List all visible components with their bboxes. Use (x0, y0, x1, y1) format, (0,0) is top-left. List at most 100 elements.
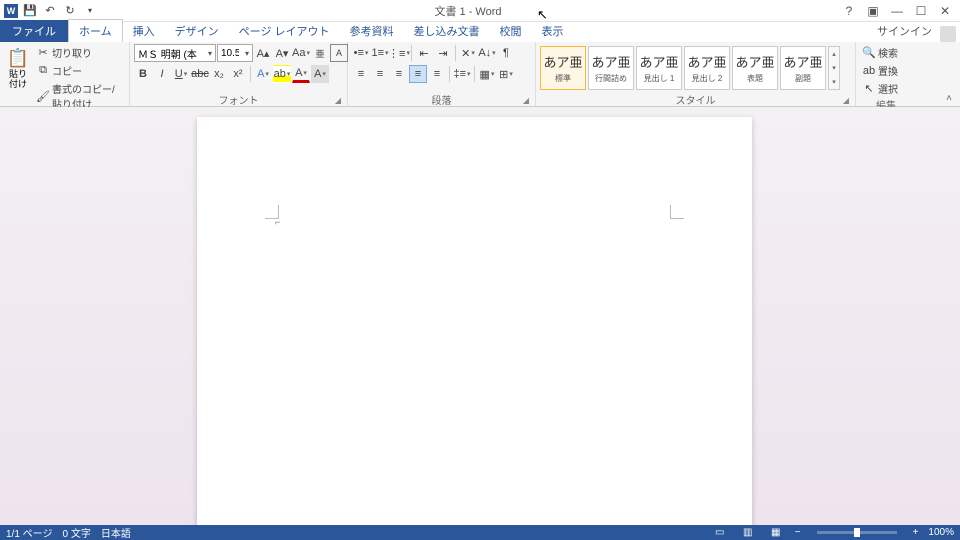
tab-view[interactable]: 表示 (532, 20, 574, 42)
sort-icon[interactable]: A↓ (478, 44, 496, 62)
styles-more-icon[interactable]: ▾ (829, 75, 839, 89)
styles-up-icon[interactable]: ▴ (829, 47, 839, 61)
group-styles-label: スタイル (676, 96, 716, 107)
tab-design[interactable]: デザイン (165, 20, 229, 42)
italic-icon[interactable]: I (153, 65, 171, 83)
word-count[interactable]: 0 文字 (62, 525, 90, 540)
shrink-font-icon[interactable]: A▾ (273, 44, 291, 62)
underline-icon[interactable]: U (172, 65, 190, 83)
tab-references[interactable]: 参考資料 (340, 20, 404, 42)
font-name-dd-icon[interactable]: ▾ (205, 49, 215, 58)
align-left-icon[interactable]: ≡ (352, 65, 370, 83)
tab-page-layout[interactable]: ページ レイアウト (229, 20, 340, 42)
styles-gallery: あア亜標準 あア亜行間詰め あア亜見出し 1 あア亜見出し 2 あア亜表題 あア… (540, 44, 840, 92)
replace-button[interactable]: ab置換 (860, 62, 901, 79)
language-status[interactable]: 日本語 (101, 525, 131, 540)
style-normal[interactable]: あア亜標準 (540, 46, 586, 90)
style-nospacing[interactable]: あア亜行間詰め (588, 46, 634, 90)
web-layout-icon[interactable]: ▦ (767, 526, 785, 539)
copy-button[interactable]: ⧉コピー (34, 62, 125, 79)
show-marks-icon[interactable]: ¶ (497, 44, 515, 62)
text-effects-icon[interactable]: A (254, 65, 272, 83)
decrease-indent-icon[interactable]: ⇤ (415, 44, 433, 62)
cut-button[interactable]: ✂切り取り (34, 44, 125, 61)
page[interactable]: ⌐ (197, 117, 752, 525)
font-color-icon[interactable]: A (292, 65, 310, 83)
help-icon[interactable]: ? (838, 2, 860, 20)
styles-launcher-icon[interactable]: ◢ (841, 96, 851, 106)
font-size-input[interactable] (218, 45, 242, 61)
find-button[interactable]: 🔍検索 (860, 44, 901, 61)
find-label: 検索 (878, 45, 898, 60)
minimize-icon[interactable]: — (886, 2, 908, 20)
bold-icon[interactable]: B (134, 65, 152, 83)
redo-icon[interactable]: ↻ (62, 3, 78, 19)
change-case-icon[interactable]: Aa (292, 44, 310, 62)
page-status[interactable]: 1/1 ページ (6, 525, 52, 540)
close-icon[interactable]: ✕ (934, 2, 956, 20)
tab-file[interactable]: ファイル (0, 20, 68, 42)
tab-home[interactable]: ホーム (68, 19, 123, 42)
read-mode-icon[interactable]: ▭ (711, 526, 729, 539)
style-subtitle[interactable]: あア亜副題 (780, 46, 826, 90)
phonetic-guide-icon[interactable]: 亜 (311, 44, 329, 62)
highlight-icon[interactable]: ab (273, 65, 291, 83)
tab-mailings[interactable]: 差し込み文書 (404, 20, 490, 42)
collapse-ribbon-icon[interactable]: ˄ (942, 92, 956, 104)
paste-button[interactable]: 📋 貼り付け (4, 44, 32, 92)
char-shading-icon[interactable]: A (311, 65, 329, 83)
align-center-icon[interactable]: ≡ (371, 65, 389, 83)
strikethrough-icon[interactable]: abc (191, 65, 209, 83)
numbering-icon[interactable]: 1≡ (371, 44, 389, 62)
align-right-icon[interactable]: ≡ (390, 65, 408, 83)
undo-icon[interactable]: ↶ (42, 3, 58, 19)
tab-review[interactable]: 校閲 (490, 20, 532, 42)
subscript-icon[interactable]: x₂ (210, 65, 228, 83)
style-label: 標準 (555, 73, 571, 84)
cut-label: 切り取り (52, 45, 92, 60)
style-heading1[interactable]: あア亜見出し 1 (636, 46, 682, 90)
style-label: 行間詰め (595, 73, 627, 84)
window-controls: ? ▣ — ☐ ✕ (838, 2, 960, 20)
save-icon[interactable]: 💾 (22, 3, 38, 19)
font-name-input[interactable] (135, 45, 205, 61)
font-size-dd-icon[interactable]: ▾ (242, 49, 252, 58)
enclose-char-icon[interactable]: A (330, 44, 348, 62)
zoom-slider[interactable] (817, 531, 897, 534)
select-button[interactable]: ↖選択 (860, 80, 901, 97)
tab-insert[interactable]: 挿入 (123, 20, 165, 42)
line-spacing-icon[interactable]: ‡≡ (453, 65, 471, 83)
select-label: 選択 (878, 81, 898, 96)
zoom-thumb[interactable] (854, 528, 860, 537)
signin-link[interactable]: サインイン (869, 20, 940, 42)
group-font-label: フォント (219, 96, 259, 107)
replace-label: 置換 (878, 63, 898, 78)
superscript-icon[interactable]: x² (229, 65, 247, 83)
styles-down-icon[interactable]: ▾ (829, 61, 839, 75)
style-title[interactable]: あア亜表題 (732, 46, 778, 90)
multilevel-icon[interactable]: ⋮≡ (390, 44, 408, 62)
asian-layout-icon[interactable]: ✕ (459, 44, 477, 62)
zoom-out-icon[interactable]: − (795, 527, 801, 538)
zoom-in-icon[interactable]: + (913, 527, 919, 538)
group-paragraph-label: 段落 (432, 96, 452, 107)
justify-icon[interactable]: ≡ (409, 65, 427, 83)
zoom-level[interactable]: 100% (928, 527, 954, 538)
font-name-combo[interactable]: ▾ (134, 44, 216, 62)
style-label: 副題 (795, 73, 811, 84)
avatar-icon[interactable] (940, 26, 956, 42)
font-size-combo[interactable]: ▾ (217, 44, 253, 62)
print-layout-icon[interactable]: ▥ (739, 526, 757, 539)
grow-font-icon[interactable]: A▴ (254, 44, 272, 62)
ribbon-display-icon[interactable]: ▣ (862, 2, 884, 20)
style-heading2[interactable]: あア亜見出し 2 (684, 46, 730, 90)
bullets-icon[interactable]: •≡ (352, 44, 370, 62)
font-launcher-icon[interactable]: ◢ (333, 96, 343, 106)
shading-icon[interactable]: ▦ (478, 65, 496, 83)
borders-icon[interactable]: ⊞ (497, 65, 515, 83)
increase-indent-icon[interactable]: ⇥ (434, 44, 452, 62)
paragraph-launcher-icon[interactable]: ◢ (521, 96, 531, 106)
maximize-icon[interactable]: ☐ (910, 2, 932, 20)
distribute-icon[interactable]: ≡ (428, 65, 446, 83)
qat-customize-icon[interactable]: ▾ (82, 3, 98, 19)
